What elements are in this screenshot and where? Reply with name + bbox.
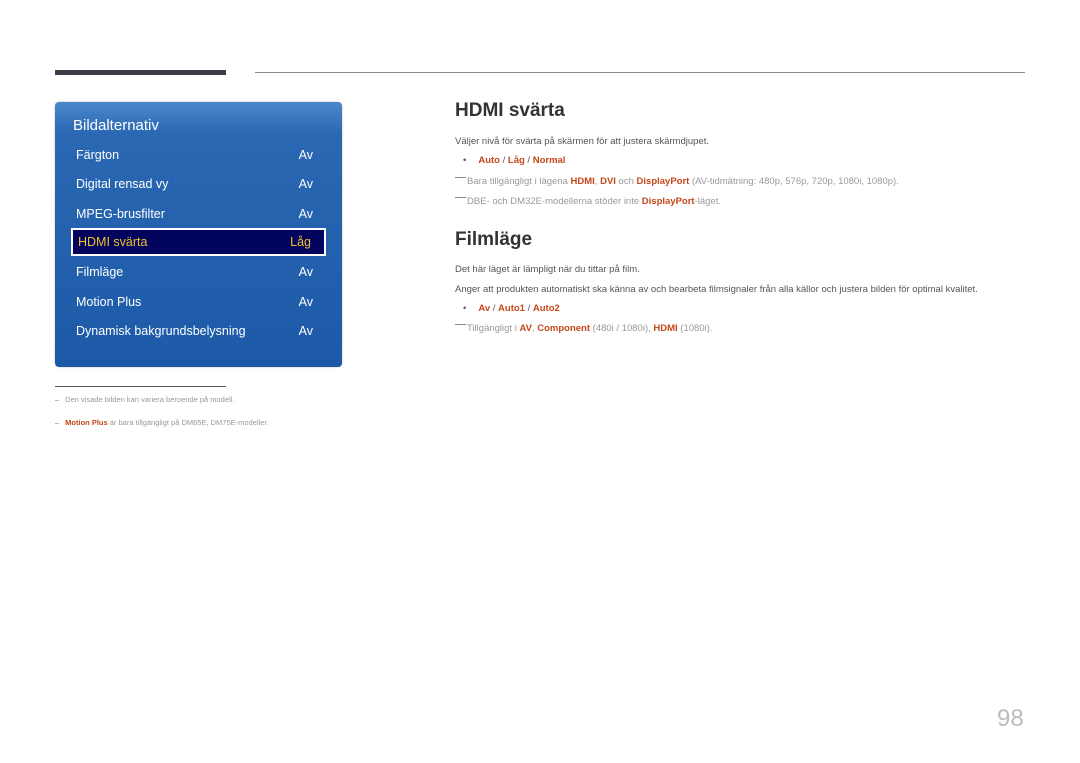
- options-list-hdmi: • Auto / Låg / Normal: [463, 155, 565, 166]
- note-hdmi-availability: Bara tillgängligt i lägena HDMI, DVI och…: [455, 176, 899, 187]
- note-dash-icon: [455, 177, 466, 178]
- note-text: Bara tillgängligt i lägena: [467, 176, 571, 187]
- note-highlight: DVI: [600, 176, 616, 187]
- separator: /: [524, 303, 533, 314]
- separator: /: [524, 155, 533, 166]
- options-list-film: • Av / Auto1 / Auto2: [463, 303, 560, 314]
- footnote-text: är bara tillgängligt på DM65E, DM75E-mod…: [107, 418, 269, 427]
- menu-item-hdmi-svarta[interactable]: HDMI svärta Låg: [71, 228, 326, 256]
- menu-item-mpeg-brusfilter[interactable]: MPEG-brusfilter Av: [71, 201, 326, 227]
- menu-item-value: Av: [298, 295, 313, 309]
- note-highlight: AV: [519, 323, 532, 334]
- option: Auto2: [532, 303, 560, 314]
- header-rule-thick: [55, 70, 226, 75]
- option: Låg: [507, 155, 525, 166]
- menu-item-value: Av: [298, 265, 313, 279]
- note-highlight: DisplayPort: [636, 176, 690, 187]
- menu-item-label: MPEG-brusfilter: [76, 207, 165, 221]
- menu-item-value: Av: [298, 324, 313, 338]
- note-dash-icon: [455, 324, 466, 325]
- section-desc-film-2: Anger att produkten automatiskt ska känn…: [455, 284, 978, 295]
- menu-item-label: Motion Plus: [76, 295, 142, 309]
- menu-item-digital-rensad-vy[interactable]: Digital rensad vy Av: [71, 171, 326, 197]
- menu-item-dynamisk-bakgrundsbelysning[interactable]: Dynamisk bakgrundsbelysning Av: [71, 318, 326, 344]
- footnote-mark: –: [55, 395, 60, 404]
- menu-item-value: Låg: [290, 235, 311, 249]
- footnote-mark: –: [55, 418, 60, 427]
- note-text: (AV-tidmätning: 480p, 576p, 720p, 1080i,…: [689, 176, 899, 187]
- note-dash-icon: [455, 197, 466, 198]
- menu-item-motion-plus[interactable]: Motion Plus Av: [71, 289, 326, 315]
- menu-item-label: Filmläge: [76, 265, 124, 279]
- note-highlight: Component: [537, 323, 591, 334]
- menu-item-filmlage[interactable]: Filmläge Av: [71, 259, 326, 285]
- footnote-2: – Motion Plus är bara tillgängligt på DM6…: [55, 418, 269, 427]
- note-text: och: [615, 176, 637, 187]
- note-text: Tillgängligt i: [467, 323, 520, 334]
- option: Auto: [478, 155, 500, 166]
- separator: /: [499, 155, 508, 166]
- section-title-hdmi: HDMI svärta: [455, 100, 565, 121]
- menu-item-value: Av: [298, 177, 313, 191]
- note-highlight: HDMI: [653, 323, 678, 334]
- header-rule-thin: [255, 72, 1025, 73]
- option: Av: [478, 303, 491, 314]
- menu-title: Bildalternativ: [73, 117, 159, 134]
- note-highlight: HDMI: [570, 176, 595, 187]
- option: Normal: [532, 155, 566, 166]
- note-text: (1080i).: [677, 323, 713, 334]
- section-desc-film-1: Det här läget är lämpligt när du tittar …: [455, 264, 640, 275]
- menu-item-fargton[interactable]: Färgton Av: [71, 142, 326, 168]
- note-text: DBE- och DM32E-modellerna stöder inte: [467, 196, 642, 207]
- note-text: -läget.: [694, 196, 721, 207]
- footnote-text: Den visade bilden kan variera beroende p…: [65, 395, 235, 404]
- section-title-film: Filmläge: [455, 229, 533, 250]
- note-displayport: DBE- och DM32E-modellerna stöder inte Di…: [455, 196, 721, 207]
- footnote-rule: [55, 386, 226, 387]
- bullet-icon: •: [463, 155, 467, 166]
- picture-options-menu: Bildalternativ Färgton Av Digital rensad…: [55, 102, 342, 367]
- menu-item-value: Av: [298, 148, 313, 162]
- note-film-availability: Tillgängligt i AV, Component (480i / 108…: [455, 323, 713, 334]
- menu-item-label: Dynamisk bakgrundsbelysning: [76, 324, 246, 338]
- section-desc-hdmi: Väljer nivå för svärta på skärmen för at…: [455, 136, 709, 147]
- menu-item-label: HDMI svärta: [78, 235, 148, 249]
- footnote-highlight: Motion Plus: [65, 418, 108, 427]
- page-number: 98: [997, 705, 1024, 732]
- menu-item-value: Av: [298, 207, 313, 221]
- menu-item-label: Färgton: [76, 148, 120, 162]
- footnote-1: – Den visade bilden kan variera beroende …: [55, 395, 234, 404]
- option: Auto1: [498, 303, 525, 314]
- note-text: (480i / 1080i),: [590, 323, 654, 334]
- menu-item-label: Digital rensad vy: [76, 177, 169, 191]
- bullet-icon: •: [463, 303, 467, 314]
- note-highlight: DisplayPort: [641, 196, 695, 207]
- separator: /: [490, 303, 499, 314]
